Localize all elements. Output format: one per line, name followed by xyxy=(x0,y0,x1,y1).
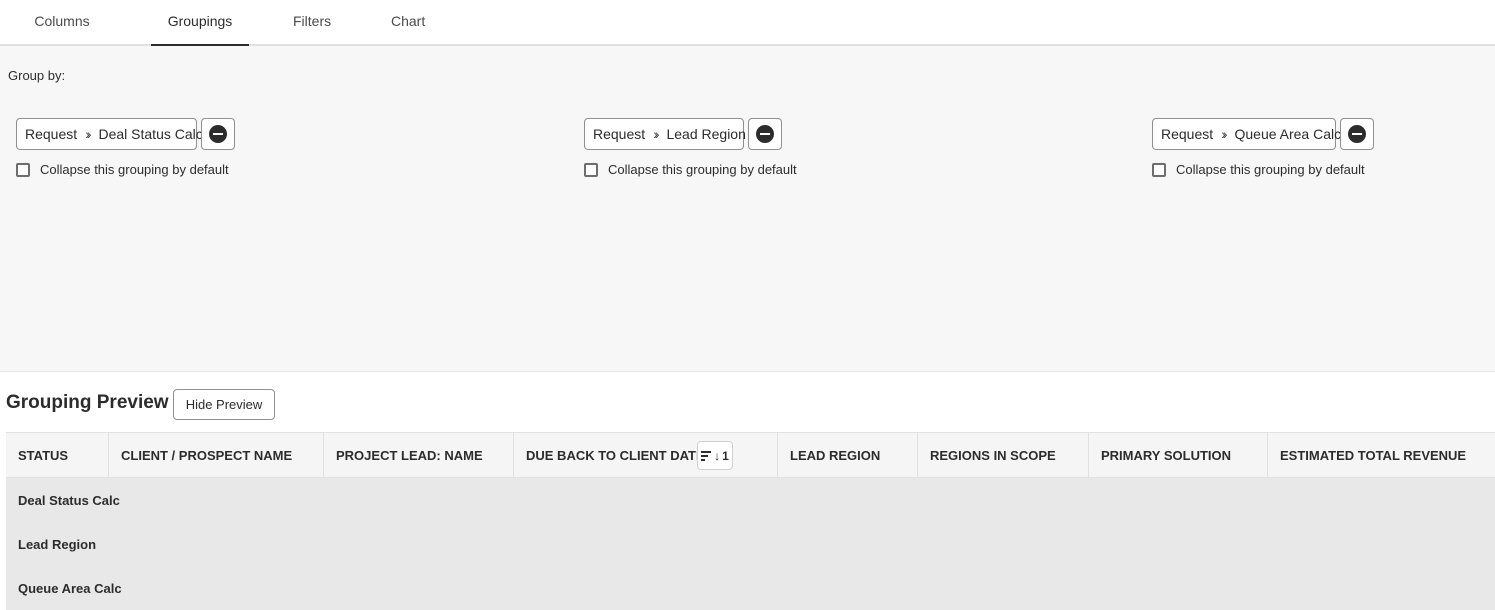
chevron-double-right-icon: ›› xyxy=(85,126,92,142)
remove-grouping-button[interactable] xyxy=(1340,118,1374,150)
collapse-grouping-label: Collapse this grouping by default xyxy=(40,162,229,177)
table-header: STATUS CLIENT / PROSPECT NAME PROJECT LE… xyxy=(6,432,1495,478)
sort-order-button[interactable]: ↓ 1 xyxy=(697,441,733,470)
tab-columns-view[interactable]: Columns (View) xyxy=(16,0,108,71)
column-header-primary-solution[interactable]: PRIMARY SOLUTION xyxy=(1089,433,1268,478)
tab-bar: Columns (View) Groupings Filters Chart xyxy=(0,0,1495,71)
group-row[interactable]: Lead Region xyxy=(18,523,96,567)
column-header-due-back-to-client-date[interactable]: DUE BACK TO CLIENT DATE ↓ 1 xyxy=(514,433,778,478)
table-body: Deal Status Calc Lead Region Queue Area … xyxy=(6,478,1495,610)
column-header-label: DUE BACK TO CLIENT DATE xyxy=(526,448,705,463)
chevron-double-right-icon: ›› xyxy=(1221,126,1228,142)
sort-arrow-icon: ↓ xyxy=(714,448,721,463)
tab-groupings[interactable]: Groupings xyxy=(151,0,249,46)
collapse-grouping-checkbox[interactable] xyxy=(16,162,30,177)
grouping-object-label: Request xyxy=(1161,126,1214,142)
grouping-preview-title: Grouping Preview xyxy=(6,392,169,413)
hide-preview-button[interactable]: Hide Preview xyxy=(173,389,275,420)
chevron-double-right-icon: ›› xyxy=(653,126,660,142)
column-header-regions-in-scope[interactable]: REGIONS IN SCOPE xyxy=(918,433,1089,478)
collapse-grouping-checkbox[interactable] xyxy=(1152,162,1166,177)
tab-chart[interactable]: Chart xyxy=(391,0,425,44)
grouping-object-label: Request xyxy=(25,126,78,142)
grouping-field-button[interactable]: Request ›› Queue Area Calc xyxy=(1152,118,1341,150)
group-row[interactable]: Queue Area Calc xyxy=(18,567,122,610)
collapse-grouping-label: Collapse this grouping by default xyxy=(1176,162,1365,177)
groupings-panel: Group by: Request ›› Deal Status Calc Co… xyxy=(0,46,1495,372)
tab-filters[interactable]: Filters xyxy=(293,0,331,44)
column-header-estimated-total-revenue[interactable]: ESTIMATED TOTAL REVENUE xyxy=(1268,433,1495,478)
sort-descending-icon xyxy=(701,449,712,463)
remove-grouping-button[interactable] xyxy=(201,118,235,150)
collapse-grouping-option: Collapse this grouping by default xyxy=(1152,162,1365,177)
grouping-object-label: Request xyxy=(593,126,646,142)
grouping-field-label: Deal Status Calc xyxy=(98,126,203,142)
column-header-project-lead-name[interactable]: PROJECT LEAD: NAME xyxy=(324,433,514,478)
minus-circle-icon xyxy=(1348,125,1366,143)
grouping-field-label: Queue Area Calc xyxy=(1234,126,1342,142)
collapse-grouping-label: Collapse this grouping by default xyxy=(608,162,797,177)
column-header-lead-region[interactable]: LEAD REGION xyxy=(778,433,918,478)
grouping-field-button[interactable]: Request ›› Deal Status Calc xyxy=(16,118,203,150)
remove-grouping-button[interactable] xyxy=(748,118,782,150)
grouping-field-label: Lead Region xyxy=(666,126,746,142)
grouping-preview-table: STATUS CLIENT / PROSPECT NAME PROJECT LE… xyxy=(6,432,1495,610)
group-by-label: Group by: xyxy=(8,68,66,83)
column-header-status[interactable]: STATUS xyxy=(6,433,109,478)
sort-order-number: 1 xyxy=(722,448,729,463)
grouping-field-button[interactable]: Request ›› Lead Region xyxy=(584,118,746,150)
collapse-grouping-option: Collapse this grouping by default xyxy=(16,162,229,177)
collapse-grouping-checkbox[interactable] xyxy=(584,162,598,177)
minus-circle-icon xyxy=(209,125,227,143)
group-row[interactable]: Deal Status Calc xyxy=(18,479,120,523)
collapse-grouping-option: Collapse this grouping by default xyxy=(584,162,797,177)
column-header-client-prospect-name[interactable]: CLIENT / PROSPECT NAME xyxy=(109,433,324,478)
minus-circle-icon xyxy=(756,125,774,143)
